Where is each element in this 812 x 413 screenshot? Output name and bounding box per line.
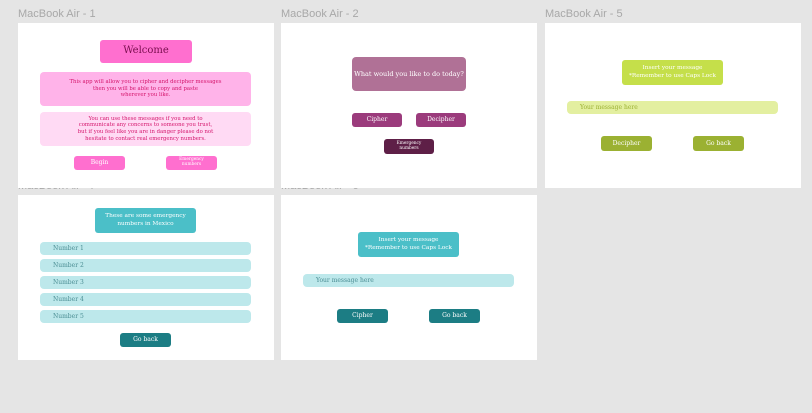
- instruction-text: Insert your message *Remember to use Cap…: [622, 60, 723, 85]
- emergency-number-2[interactable]: Number 2: [40, 259, 251, 272]
- cipher-button[interactable]: Cipher: [352, 113, 402, 127]
- emergency-numbers-button[interactable]: Emergency numbers: [166, 156, 217, 170]
- intro-text: This app will allow you to cipher and de…: [40, 72, 251, 106]
- go-back-button[interactable]: Go back: [693, 136, 744, 151]
- welcome-title: Welcome: [100, 40, 192, 63]
- emergency-number-4[interactable]: Number 4: [40, 293, 251, 306]
- frame-macbook-air-5: Insert your message *Remember to use Cap…: [545, 23, 801, 188]
- frame-label-macbook-air-5: MacBook Air - 5: [545, 8, 623, 20]
- instruction-text: Insert your message *Remember to use Cap…: [358, 232, 459, 257]
- go-back-button[interactable]: Go back: [429, 309, 480, 323]
- message-input[interactable]: Your message here: [567, 101, 778, 114]
- begin-button[interactable]: Begin: [74, 156, 125, 170]
- frame-macbook-air-7: These are some emergency numbers in Mexi…: [18, 195, 274, 360]
- emergency-title: These are some emergency numbers in Mexi…: [95, 208, 196, 233]
- decipher-button[interactable]: Decipher: [416, 113, 466, 127]
- frame-label-macbook-air-1: MacBook Air - 1: [18, 8, 96, 20]
- decipher-button[interactable]: Decipher: [601, 136, 652, 151]
- emergency-number-5[interactable]: Number 5: [40, 310, 251, 323]
- frame-macbook-air-2: What would you like to do today? Cipher …: [281, 23, 537, 188]
- warning-text: You can use these messages if you need t…: [40, 112, 251, 146]
- frame-macbook-air-6: Insert your message *Remember to use Cap…: [281, 195, 537, 360]
- go-back-button[interactable]: Go back: [120, 333, 171, 347]
- emergency-number-1[interactable]: Number 1: [40, 242, 251, 255]
- frame-label-macbook-air-2: MacBook Air - 2: [281, 8, 359, 20]
- emergency-numbers-button[interactable]: Emergency numbers: [384, 139, 434, 154]
- question-text: What would you like to do today?: [352, 57, 466, 91]
- frame-macbook-air-1: Welcome This app will allow you to ciphe…: [18, 23, 274, 188]
- cipher-button[interactable]: Cipher: [337, 309, 388, 323]
- emergency-number-3[interactable]: Number 3: [40, 276, 251, 289]
- message-input[interactable]: Your message here: [303, 274, 514, 287]
